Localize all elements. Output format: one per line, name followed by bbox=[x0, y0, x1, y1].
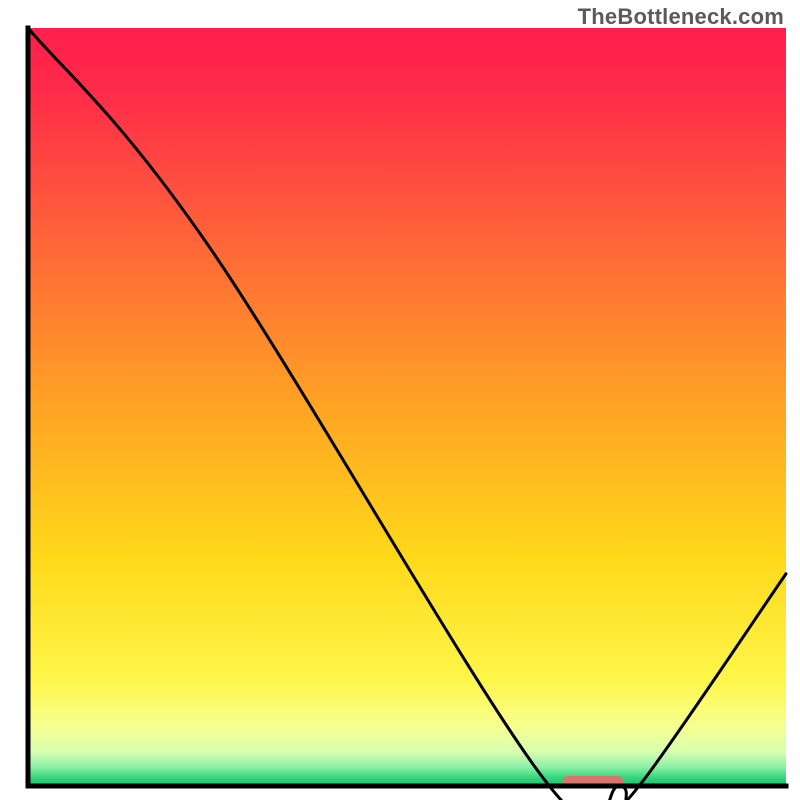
watermark-text: TheBottleneck.com bbox=[578, 4, 784, 30]
chart-container: TheBottleneck.com bbox=[0, 0, 800, 800]
bottleneck-chart bbox=[0, 0, 800, 800]
plot-background bbox=[28, 28, 786, 786]
